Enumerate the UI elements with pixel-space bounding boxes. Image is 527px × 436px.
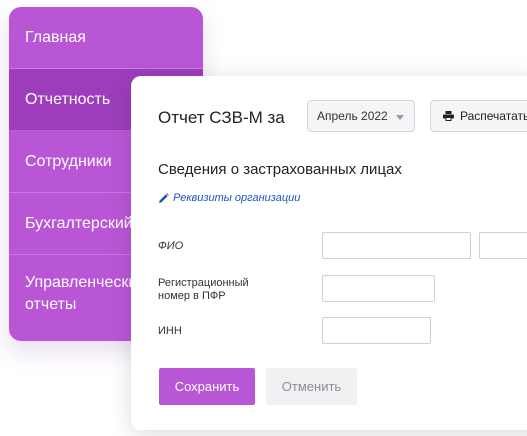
fio-label: ФИО bbox=[158, 240, 184, 252]
cancel-button[interactable]: Отменить bbox=[266, 368, 357, 405]
org-details-link[interactable]: Реквизиты организации bbox=[158, 192, 300, 204]
inn-label: ИНН bbox=[158, 325, 182, 337]
sidebar-item-main[interactable]: Главная bbox=[9, 7, 203, 69]
sidebar-item-label: Главная bbox=[25, 28, 86, 46]
pencil-icon bbox=[159, 192, 169, 203]
sidebar-item-label: Управленческие отчеты bbox=[25, 274, 147, 313]
chevron-down-icon bbox=[396, 115, 404, 120]
sidebar-item-label: Отчетность bbox=[25, 90, 111, 108]
report-title: Отчет СЗВ-М за bbox=[158, 108, 285, 127]
inn-field[interactable] bbox=[322, 317, 431, 344]
pfr-number-field[interactable] bbox=[322, 275, 435, 302]
app-stage: Главная Отчетность Сотрудники Бухгалтерс… bbox=[0, 0, 527, 436]
fio-last-name-field[interactable] bbox=[322, 232, 471, 259]
printer-icon bbox=[443, 111, 454, 121]
period-select-value: Апрель 2022 bbox=[317, 109, 388, 123]
pfr-number-label: Регистрационный номер в ПФР bbox=[158, 277, 249, 302]
save-button[interactable]: Сохранить bbox=[159, 368, 255, 405]
fio-first-name-field[interactable] bbox=[479, 232, 527, 259]
report-card: Отчет СЗВ-М за Апрель 2022 Распечатать С… bbox=[131, 76, 527, 430]
sidebar-item-label: Сотрудники bbox=[25, 152, 112, 170]
section-title: Сведения о застрахованных лицах bbox=[158, 161, 402, 178]
period-select[interactable]: Апрель 2022 bbox=[307, 100, 415, 132]
print-button[interactable]: Распечатать bbox=[430, 100, 527, 132]
print-button-label: Распечатать bbox=[460, 109, 527, 123]
org-details-link-label: Реквизиты организации bbox=[173, 192, 301, 204]
